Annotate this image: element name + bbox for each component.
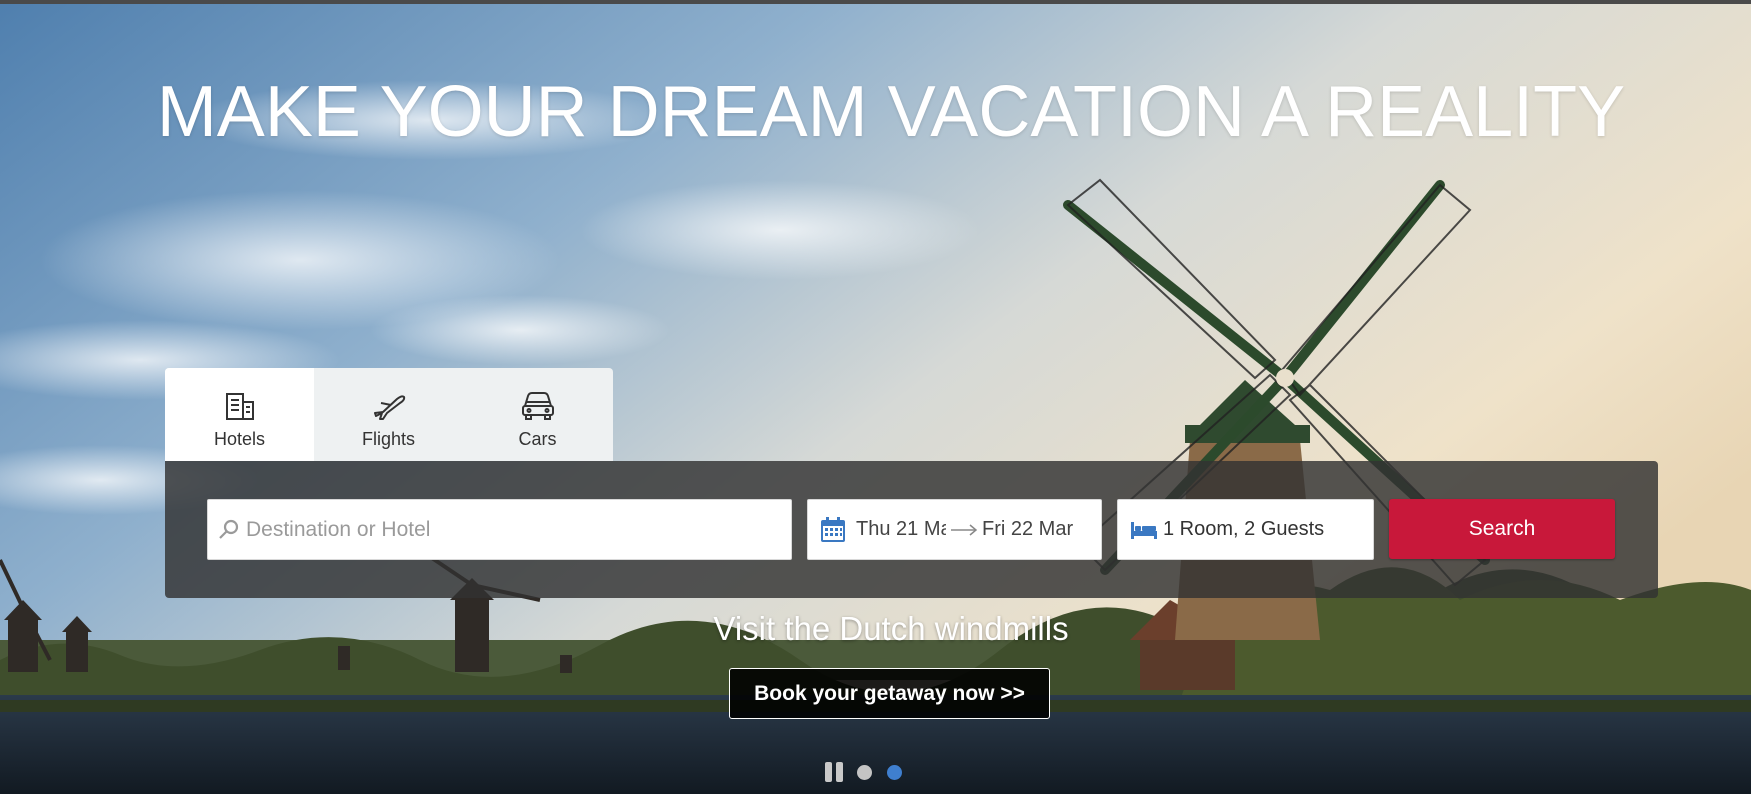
destination-input[interactable] xyxy=(246,517,776,542)
hero-banner: MAKE YOUR DREAM VACATION A REALITY Hotel… xyxy=(0,0,1751,794)
pause-icon[interactable] xyxy=(825,762,843,782)
bed-icon xyxy=(1130,520,1160,540)
tab-hotels[interactable]: Hotels xyxy=(165,368,314,461)
top-border xyxy=(0,0,1751,4)
carousel-dot-1[interactable] xyxy=(857,764,872,780)
rooms-guests-value: 1 Room, 2 Guests xyxy=(1163,518,1325,540)
tab-label: Flights xyxy=(361,429,415,449)
carousel-dot-2[interactable] xyxy=(887,764,902,780)
date-range-field[interactable]: Thu 21 Mar Fri 22 Mar xyxy=(807,499,1102,560)
search-button[interactable]: Search xyxy=(1389,499,1615,559)
destination-field xyxy=(207,499,792,560)
carousel-controls xyxy=(825,760,917,784)
airplane-icon xyxy=(371,390,407,422)
tab-label: Hotels xyxy=(213,429,266,449)
tab-flights[interactable]: Flights xyxy=(314,368,463,461)
checkout-date[interactable]: Fri 22 Mar xyxy=(982,518,1074,541)
hotel-building-icon xyxy=(222,390,258,422)
checkin-date[interactable]: Thu 21 Mar xyxy=(856,518,946,541)
car-icon xyxy=(520,390,556,422)
tab-label: Cars xyxy=(518,429,557,449)
hero-headline: MAKE YOUR DREAM VACATION A REALITY xyxy=(156,72,1626,152)
calendar-icon xyxy=(820,516,848,543)
rooms-guests-field[interactable]: 1 Room, 2 Guests xyxy=(1117,499,1374,560)
slide-caption: Visit the Dutch windmills xyxy=(713,610,1069,647)
search-bar: Thu 21 Mar Fri 22 Mar 1 Room, 2 Gues xyxy=(165,461,1658,598)
search-icon xyxy=(218,519,246,541)
arrow-right-icon xyxy=(946,523,982,536)
tab-cars[interactable]: Cars xyxy=(463,368,612,461)
search-type-tabs: Hotels Flights Cars xyxy=(165,368,613,461)
book-getaway-button[interactable]: Book your getaway now >> xyxy=(729,668,1050,719)
